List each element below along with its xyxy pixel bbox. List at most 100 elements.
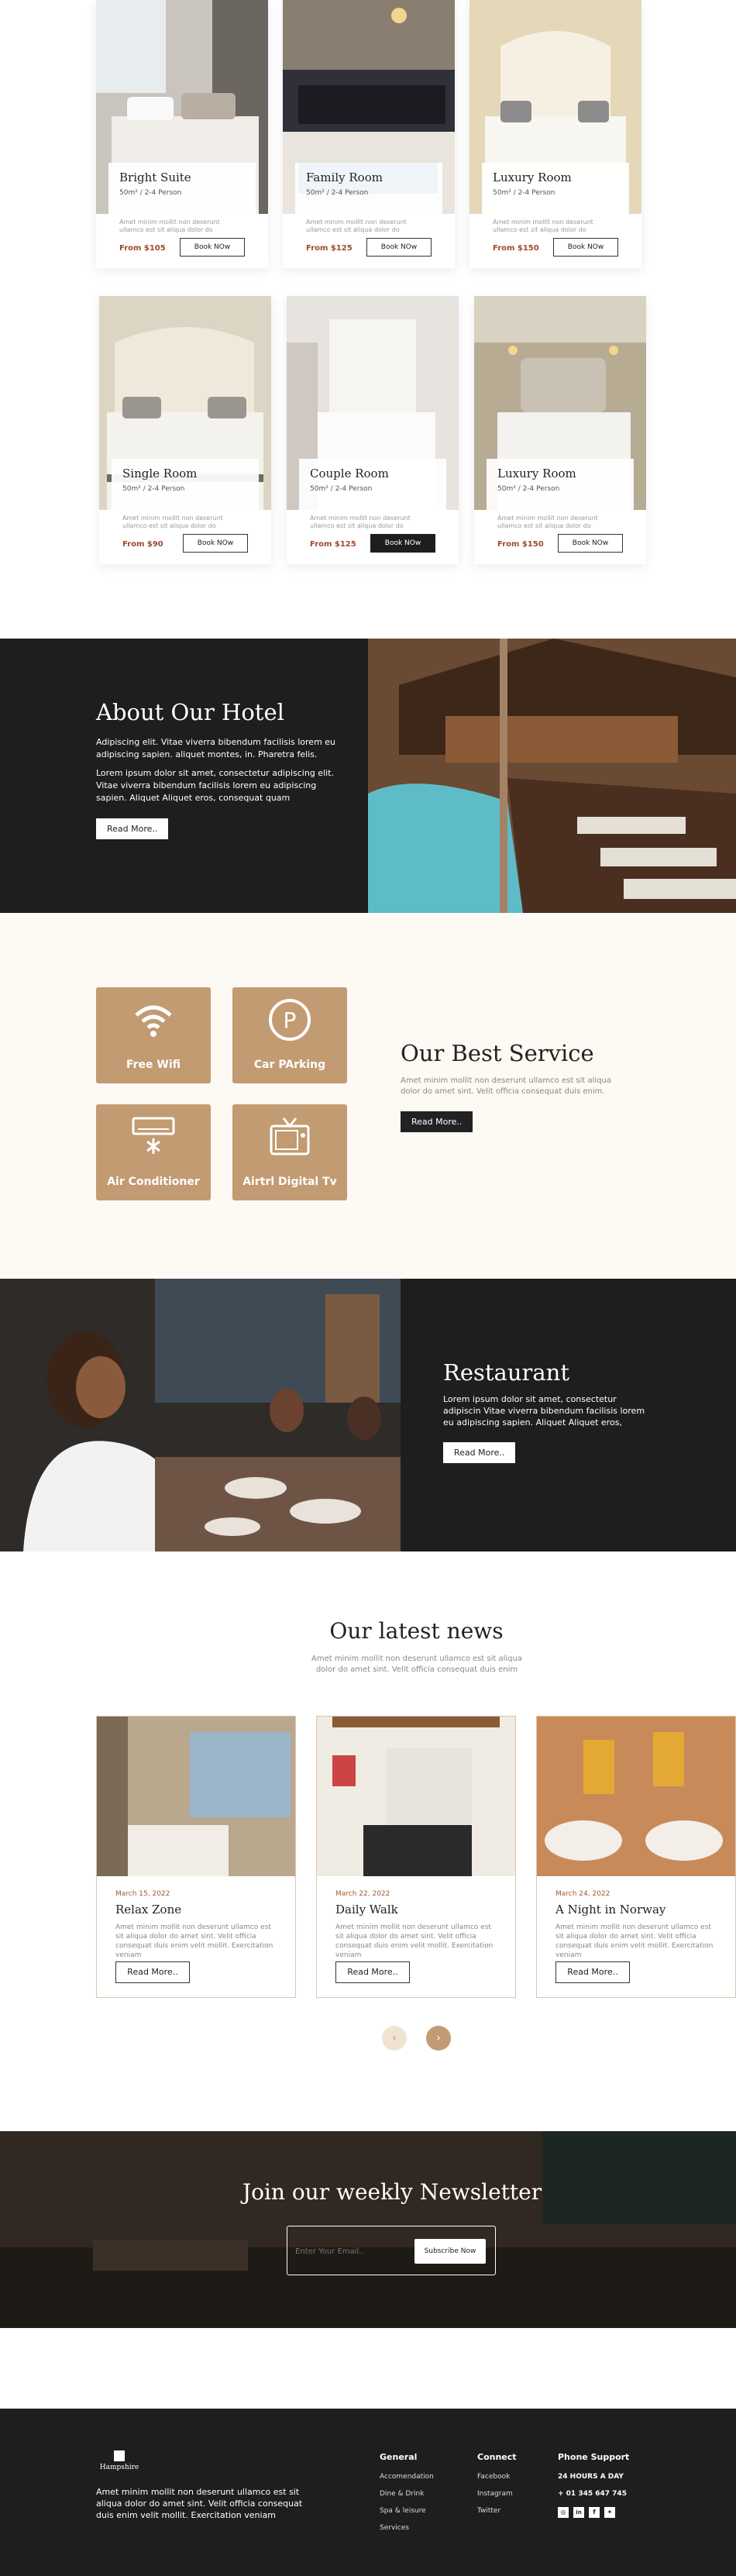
room-info: Couple Room 50m² / 2-4 Person bbox=[299, 459, 446, 513]
news-desc: Amet minim mollit non deserunt ullamco e… bbox=[115, 1923, 273, 1959]
room-name: Bright Suite bbox=[119, 170, 191, 184]
room-info: Family Room 50m² / 2-4 Person bbox=[295, 163, 442, 217]
book-now-button[interactable]: Book NOw bbox=[370, 534, 435, 553]
room-card[interactable]: Luxury Room 50m² / 2-4 Person Amet minim… bbox=[469, 0, 641, 268]
room-info: Luxury Room 50m² / 2-4 Person bbox=[482, 163, 629, 217]
room-desc: Amet minim mollit non deserunt ullamco e… bbox=[310, 515, 411, 529]
room-info: Luxury Room 50m² / 2-4 Person bbox=[487, 459, 634, 513]
footer-link[interactable]: Instagram bbox=[477, 2490, 517, 2498]
footer-desc: Amet minim mollit non deserunt ullamco e… bbox=[96, 2487, 303, 2520]
footer-general: General Accomendation Dine & Drink Spa &… bbox=[380, 2452, 434, 2541]
facebook-icon[interactable]: f bbox=[589, 2507, 600, 2518]
room-name: Couple Room bbox=[310, 467, 389, 480]
room-info: Bright Suite 50m² / 2-4 Person bbox=[108, 163, 256, 217]
wifi-icon bbox=[135, 1005, 172, 1037]
news-desc: Amet minim mollit non deserunt ullamco e… bbox=[335, 1923, 494, 1959]
footer-link[interactable]: Services bbox=[380, 2524, 434, 2532]
news-desc: Amet minim mollit non deserunt ullamco e… bbox=[555, 1923, 714, 1959]
room-card[interactable]: Couple Room 50m² / 2-4 Person Amet minim… bbox=[287, 296, 459, 564]
service-card: P Car PArking bbox=[232, 987, 347, 1083]
service-desc: Amet minim mollit non deserunt ullamco e… bbox=[401, 1076, 612, 1096]
about-paragraph-2: Lorem ipsum dolor sit amet, consectetur … bbox=[96, 768, 334, 803]
carousel-prev-button[interactable]: ‹ bbox=[382, 2026, 407, 2051]
newsletter-section: Join our weekly Newsletter Subscribe Now bbox=[0, 2131, 736, 2328]
support-hours: 24 HOURS A DAY bbox=[558, 2473, 624, 2481]
book-now-button[interactable]: Book NOw bbox=[558, 534, 623, 553]
room-price: From $125 bbox=[306, 244, 353, 253]
room-meta: 50m² / 2-4 Person bbox=[310, 485, 373, 493]
newsletter-form: Subscribe Now bbox=[287, 2226, 496, 2275]
footer-link[interactable]: Twitter bbox=[477, 2507, 517, 2515]
news-date: March 15, 2022 bbox=[115, 1890, 170, 1898]
book-now-button[interactable]: Book NOw bbox=[180, 238, 245, 257]
about-section: About Our Hotel Adipiscing elit. Vitae v… bbox=[0, 639, 736, 913]
news-carousel: March 15, 2022 Relax Zone Amet minim mol… bbox=[96, 1716, 736, 1999]
room-info: Single Room 50m² / 2-4 Person bbox=[112, 459, 259, 513]
logo-mark-icon bbox=[114, 2450, 125, 2461]
service-label: Car PArking bbox=[253, 1059, 326, 1071]
about-title: About Our Hotel bbox=[96, 699, 284, 725]
room-meta: 50m² / 2-4 Person bbox=[306, 189, 369, 197]
footer-link[interactable]: Facebook bbox=[477, 2473, 517, 2481]
carousel-next-button[interactable]: › bbox=[426, 2026, 451, 2051]
restaurant-text: Restaurant Lorem ipsum dolor sit amet, c… bbox=[443, 1359, 652, 1463]
service-card: Airtrl Digital Tv bbox=[232, 1104, 347, 1200]
service-card: Free Wifi bbox=[96, 987, 211, 1083]
restaurant-image bbox=[0, 1279, 401, 1551]
restaurant-read-more-button[interactable]: Read More.. bbox=[443, 1442, 516, 1463]
book-now-button[interactable]: Book NOw bbox=[553, 238, 618, 257]
room-name: Luxury Room bbox=[493, 170, 572, 184]
logo-text: Hampshire bbox=[99, 2464, 139, 2471]
footer-link[interactable]: Spa & leisure bbox=[380, 2507, 434, 2515]
footer-general-title: General bbox=[380, 2452, 418, 2462]
news-card-title: Relax Zone bbox=[115, 1903, 182, 1917]
news-read-more-button[interactable]: Read More.. bbox=[115, 1961, 190, 1983]
svg-text:P: P bbox=[284, 1007, 297, 1033]
news-card[interactable]: March 24, 2022 A Night in Norway Amet mi… bbox=[536, 1716, 736, 1998]
restaurant-section: Restaurant Lorem ipsum dolor sit amet, c… bbox=[0, 1279, 736, 1551]
room-card[interactable]: Single Room 50m² / 2-4 Person Amet minim… bbox=[99, 296, 271, 564]
chevron-right-icon: › bbox=[436, 2032, 441, 2044]
news-card[interactable]: March 15, 2022 Relax Zone Amet minim mol… bbox=[96, 1716, 296, 1998]
about-text: About Our Hotel Adipiscing elit. Vitae v… bbox=[96, 699, 344, 839]
news-read-more-button[interactable]: Read More.. bbox=[335, 1961, 410, 1983]
footer: Hampshire Amet minim mollit non deserunt… bbox=[0, 2409, 736, 2576]
about-read-more-button[interactable]: Read More.. bbox=[96, 818, 169, 839]
service-read-more-button[interactable]: Read More.. bbox=[401, 1111, 473, 1132]
about-paragraph-1: Adipiscing elit. Vitae viverra bibendum … bbox=[96, 737, 336, 759]
room-desc: Amet minim mollit non deserunt ullamco e… bbox=[306, 219, 407, 233]
footer-connect: Connect Facebook Instagram Twitter bbox=[477, 2452, 517, 2524]
service-label: Airtrl Digital Tv bbox=[242, 1176, 337, 1188]
news-title: Our latest news bbox=[329, 1618, 504, 1644]
room-meta: 50m² / 2-4 Person bbox=[493, 189, 555, 197]
book-now-button[interactable]: Book NOw bbox=[183, 534, 248, 553]
service-text: Our Best Service Amet minim mollit non d… bbox=[401, 1040, 633, 1132]
subscribe-button[interactable]: Subscribe Now bbox=[414, 2239, 486, 2264]
room-card[interactable]: Family Room 50m² / 2-4 Person Amet minim… bbox=[283, 0, 455, 268]
parking-icon: P bbox=[269, 999, 311, 1041]
footer-logo[interactable]: Hampshire bbox=[96, 2450, 143, 2471]
footer-link[interactable]: Dine & Drink bbox=[380, 2490, 434, 2498]
service-title: Our Best Service bbox=[401, 1040, 594, 1066]
twitter-icon[interactable]: ✦ bbox=[604, 2507, 615, 2518]
hotel-pool-image bbox=[368, 639, 736, 913]
news-read-more-button[interactable]: Read More.. bbox=[555, 1961, 630, 1983]
service-section: Free Wifi P Car PArking Air Conditioner … bbox=[0, 913, 736, 1279]
room-card[interactable]: Luxury Room 50m² / 2-4 Person Amet minim… bbox=[474, 296, 646, 564]
email-input[interactable] bbox=[295, 2240, 411, 2262]
instagram-icon[interactable]: ◎ bbox=[558, 2507, 569, 2518]
air-conditioner-icon bbox=[132, 1117, 175, 1154]
room-card[interactable]: Bright Suite 50m² / 2-4 Person Amet mini… bbox=[96, 0, 268, 268]
news-section: Our latest news Amet minim mollit non de… bbox=[0, 1551, 736, 2131]
tv-icon bbox=[270, 1118, 310, 1155]
news-card[interactable]: March 22, 2022 Daily Walk Amet minim mol… bbox=[316, 1716, 516, 1998]
news-image bbox=[317, 1717, 515, 1876]
support-phone[interactable]: + 01 345 647 745 bbox=[558, 2490, 629, 2498]
room-meta: 50m² / 2-4 Person bbox=[122, 485, 185, 493]
book-now-button[interactable]: Book NOw bbox=[366, 238, 432, 257]
footer-link[interactable]: Accomendation bbox=[380, 2473, 434, 2481]
news-card-title: A Night in Norway bbox=[555, 1903, 666, 1917]
rooms-section: Bright Suite 50m² / 2-4 Person Amet mini… bbox=[0, 0, 736, 635]
room-desc: Amet minim mollit non deserunt ullamco e… bbox=[122, 515, 223, 529]
linkedin-icon[interactable]: in bbox=[573, 2507, 584, 2518]
